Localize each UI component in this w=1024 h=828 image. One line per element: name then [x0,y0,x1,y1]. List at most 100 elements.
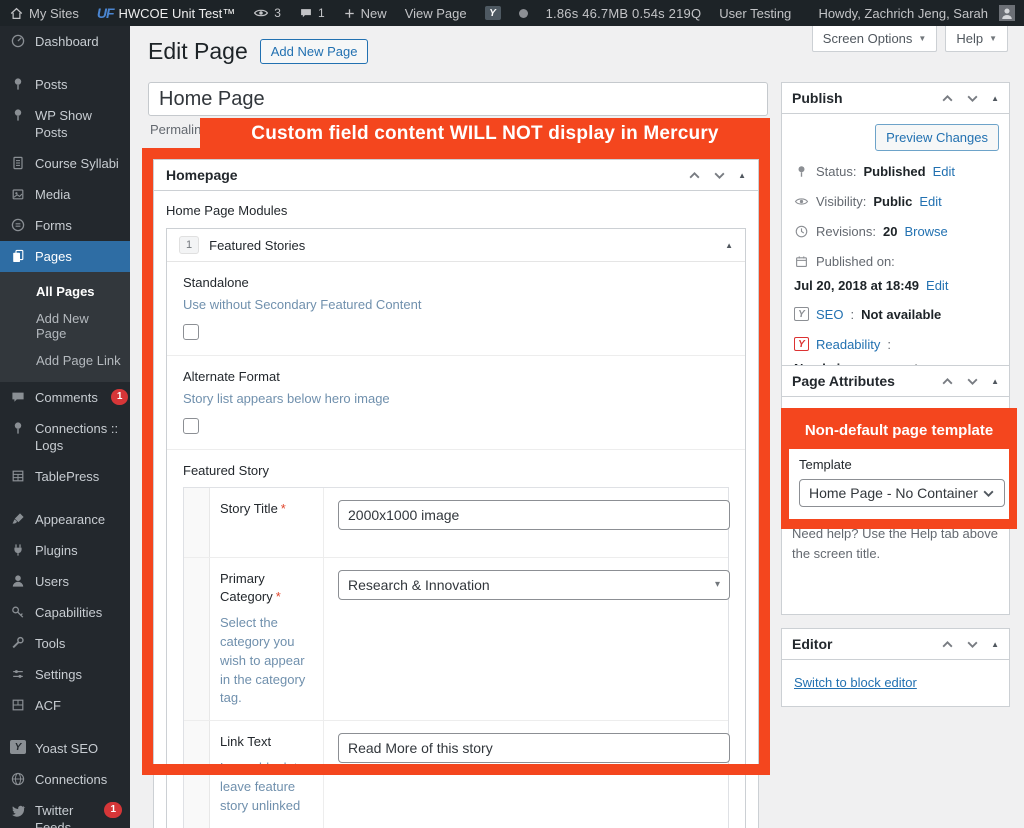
sidebar-item-yoast-seo[interactable]: Y Yoast SEO [0,733,130,764]
preview-changes-button[interactable]: Preview Changes [875,124,999,151]
sidebar-item-acf[interactable]: ACF [0,690,130,721]
status-label: Status: [816,164,856,181]
screen-options-button[interactable]: Screen Options ▼ [812,26,938,52]
views-indicator[interactable]: 3 [244,0,290,26]
comments-indicator[interactable]: 1 [290,0,334,26]
edit-visibility-link[interactable]: Edit [919,194,941,211]
sidebar-item-label: Yoast SEO [35,740,98,757]
status-value: Published [863,164,925,181]
wrench-icon [10,635,26,651]
move-down-icon[interactable] [966,638,979,651]
link-text-input[interactable] [338,733,730,763]
post-title-input[interactable] [148,82,768,116]
edit-status-link[interactable]: Edit [933,164,955,181]
move-up-icon[interactable] [941,92,954,105]
collapse-toggle-icon[interactable]: ▲ [738,171,746,180]
field-label: Link Text [220,734,271,749]
sidebar-item-settings[interactable]: Settings [0,659,130,690]
chevron-down-icon [982,487,995,500]
sidebar-item-tablepress[interactable]: TablePress [0,461,130,492]
collapse-toggle-icon[interactable]: ▲ [725,241,733,250]
pages-submenu: All PagesAdd New PageAdd Page Link [0,272,130,382]
switch-to-block-editor-link[interactable]: Switch to block editor [794,675,917,690]
template-select[interactable]: Home Page - No Container [799,479,1005,507]
view-page-link[interactable]: View Page [396,0,476,26]
primary-category-select[interactable]: Research & Innovation ▾ [338,570,730,600]
collapse-toggle-icon[interactable]: ▲ [991,377,999,386]
query-monitor-values: 1.86s 46.7MB 0.54s 219Q [546,6,702,21]
browse-revisions-link[interactable]: Browse [904,224,947,241]
move-down-icon[interactable] [713,169,726,182]
sidebar-item-forms[interactable]: Forms [0,210,130,241]
caret-down-icon: ▼ [989,34,997,43]
sidebar-item-dashboard[interactable]: Dashboard [0,26,130,57]
sidebar-item-connections[interactable]: Connections [0,764,130,795]
media-icon [10,186,26,202]
move-up-icon[interactable] [688,169,701,182]
move-down-icon[interactable] [966,375,979,388]
sidebar-item-pages[interactable]: Pages [0,241,130,272]
sidebar-item-label: Dashboard [35,33,99,50]
submenu-item-add-new-page[interactable]: Add New Page [0,305,130,347]
revisions-clock-icon [794,224,809,239]
sidebar-item-tools[interactable]: Tools [0,628,130,659]
collapse-toggle-icon[interactable]: ▲ [991,94,999,103]
sidebar-item-twitter-feeds[interactable]: Twitter Feeds 1 [0,795,130,828]
add-new-page-button[interactable]: Add New Page [260,39,369,64]
new-menu[interactable]: New [334,0,396,26]
environment-text: User Testing [719,6,791,21]
alternate-format-checkbox[interactable] [183,418,199,434]
site-menu[interactable]: UF HWCOE Unit Test™ [88,0,244,26]
revisions-value: 20 [883,224,897,241]
readability-link[interactable]: Readability [816,337,880,354]
sidebar-item-plugins[interactable]: Plugins [0,535,130,566]
move-down-icon[interactable] [966,92,979,105]
sidebar-item-course-syllabi[interactable]: Course Syllabi [0,148,130,179]
account-menu[interactable]: Howdy, Zachrich Jeng, Sarah [809,0,1024,26]
environment-label[interactable]: User Testing [710,0,800,26]
move-up-icon[interactable] [941,375,954,388]
visibility-value: Public [873,194,912,211]
move-up-icon[interactable] [941,638,954,651]
yoast-icon: Y [485,6,501,20]
field-description: Leave blank to leave feature story unlin… [220,759,313,816]
story-title-input[interactable] [338,500,730,530]
calendar-icon [794,254,809,269]
forms-icon [10,217,26,233]
sidebar-item-comments[interactable]: Comments 1 [0,382,130,413]
required-asterisk: * [281,501,286,516]
help-button[interactable]: Help ▼ [945,26,1008,52]
sidebar-item-capabilities[interactable]: Capabilities [0,597,130,628]
views-count: 3 [274,6,281,20]
my-sites-menu[interactable]: My Sites [0,0,88,26]
module-header[interactable]: 1 Featured Stories ▲ [167,229,745,262]
sidebar-item-wp-show-posts[interactable]: WP Show Posts [0,100,130,148]
sidebar-item-connections-logs[interactable]: Connections :: Logs [0,413,130,461]
status-row: Status: Published Edit [794,164,997,181]
submenu-item-add-page-link[interactable]: Add Page Link [0,347,130,374]
yoast-seo-icon: Y [794,307,809,321]
collapse-toggle-icon[interactable]: ▲ [991,640,999,649]
sidebar-item-users[interactable]: Users [0,566,130,597]
brush-icon [10,511,26,527]
seo-value: Not available [861,307,941,324]
edit-published-on-link[interactable]: Edit [926,278,948,295]
menu-separator [0,721,130,733]
yoast-admin-menu[interactable]: Y [476,0,510,26]
sidebar-item-media[interactable]: Media [0,179,130,210]
sidebar-item-appearance[interactable]: Appearance [0,504,130,535]
query-monitor-stats[interactable]: 1.86s 46.7MB 0.54s 219Q [537,0,711,26]
howdy-label: Howdy, Zachrich Jeng, Sarah [818,6,988,21]
revisions-label: Revisions: [816,224,876,241]
submenu-item-all-pages[interactable]: All Pages [0,278,130,305]
visibility-eye-icon [794,194,809,209]
standalone-checkbox[interactable] [183,324,199,340]
plug-icon [10,542,26,558]
seo-link[interactable]: SEO [816,307,843,324]
sidebar-item-posts[interactable]: Posts [0,69,130,100]
caret-down-icon: ▼ [918,34,926,43]
field-label-cell: Story Title* [210,488,324,557]
editor-panel: Editor ▲ Switch to block editor [781,628,1010,707]
sidebar-item-label: WP Show Posts [35,107,122,141]
avatar [999,5,1015,21]
